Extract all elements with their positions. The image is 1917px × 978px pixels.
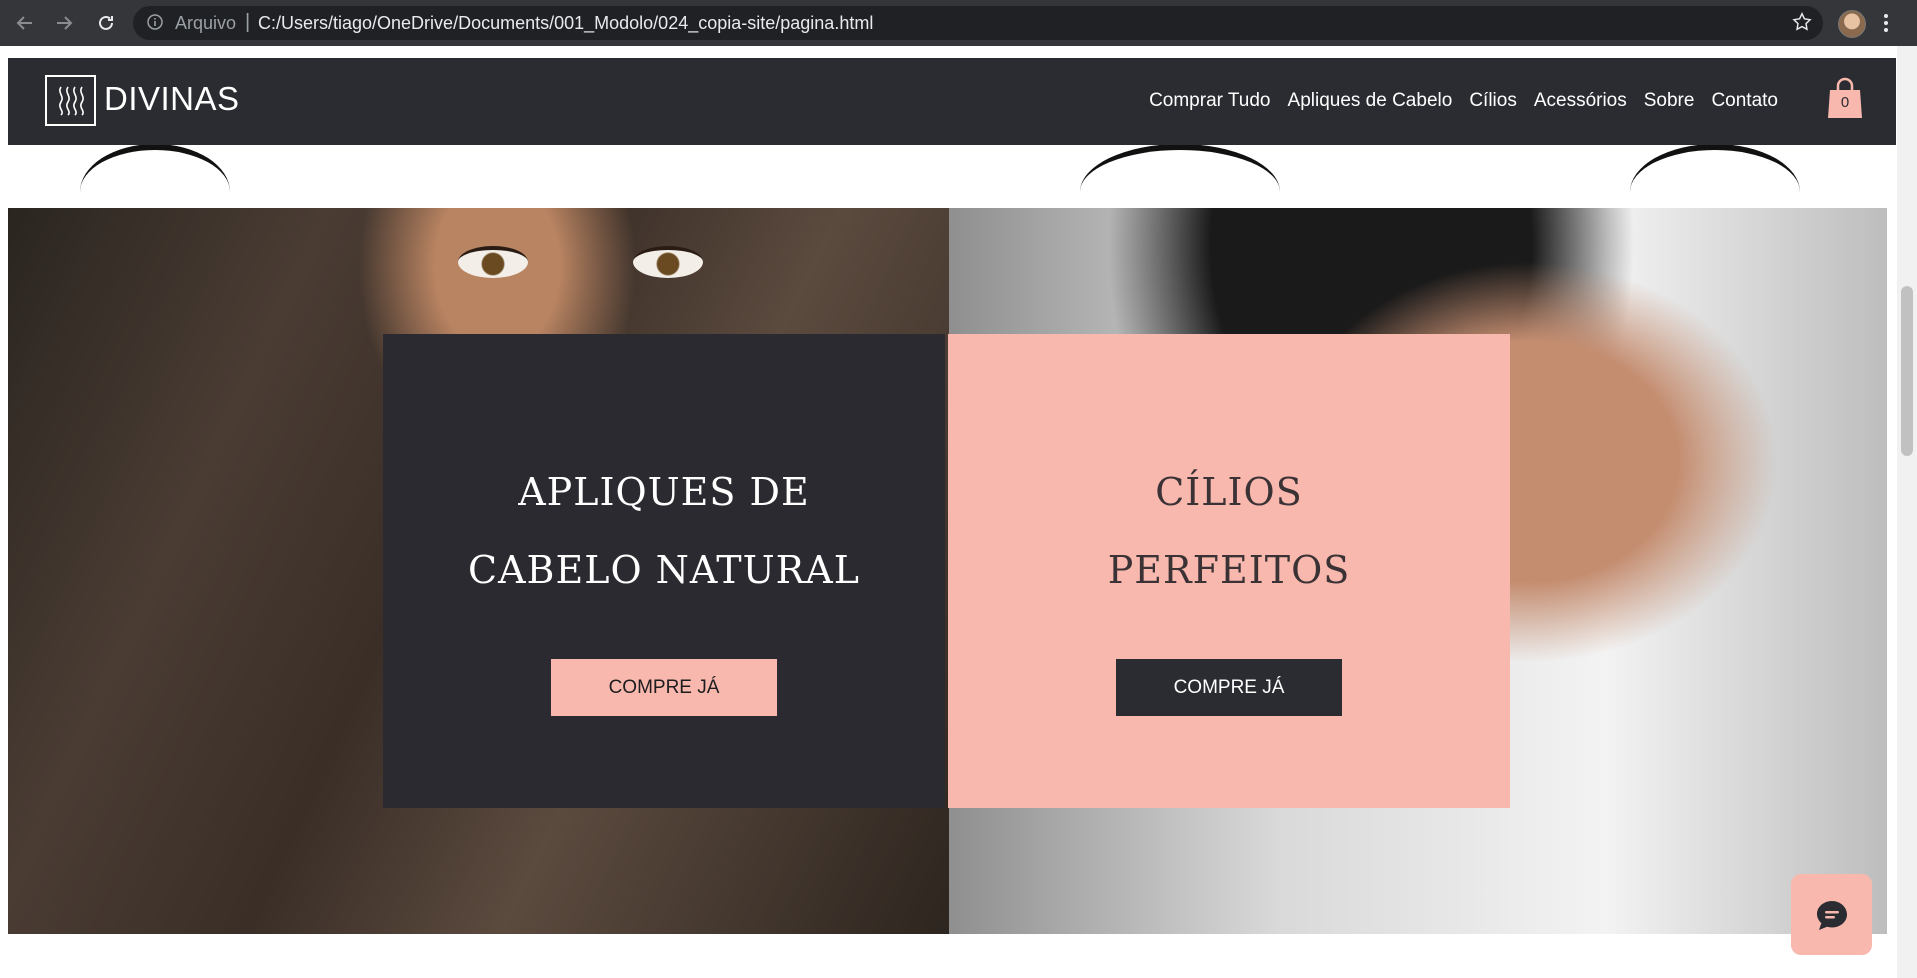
promo-title-line: CÍLIOS [1155,470,1303,514]
promo-title-line: PERFEITOS [1107,548,1351,592]
page-viewport: DIVINAS Comprar Tudo Apliques de Cabelo … [0,46,1917,978]
kebab-menu-icon[interactable] [1883,12,1889,39]
promo-title-line: CABELO NATURAL [468,548,860,592]
chat-icon [1816,900,1847,930]
promo-title-cilios: CÍLIOS PERFEITOS [1108,453,1351,609]
browser-toolbar: Arquivo | C:/Users/tiago/OneDrive/Docume… [0,0,1917,46]
eye [633,246,703,278]
menu-item-contato[interactable]: Contato [1711,90,1778,112]
star-icon[interactable] [1791,11,1813,38]
compre-ja-button-apliques[interactable]: COMPRE JÁ [551,659,777,716]
logo-text[interactable]: DIVINAS [104,80,240,118]
menu-item-comprar-tudo[interactable]: Comprar Tudo [1149,90,1270,112]
promo-title-apliques: APLIQUES DE CABELO NATURAL [468,453,860,609]
promo-panel-cilios: CÍLIOS PERFEITOS COMPRE JÁ [948,334,1510,808]
menu-item-sobre[interactable]: Sobre [1644,90,1695,112]
back-arrow-icon[interactable] [11,9,39,37]
model-eyes [448,246,748,286]
profile-avatar[interactable] [1838,10,1866,38]
cart-count: 0 [1840,94,1850,111]
forward-arrow-icon[interactable] [50,9,78,37]
address-bar[interactable]: Arquivo | C:/Users/tiago/OneDrive/Docume… [133,6,1823,40]
shopping-bag-icon[interactable]: 0 [1825,76,1865,120]
menu-item-acessorios[interactable]: Acessórios [1534,90,1627,112]
reload-icon[interactable] [92,9,120,37]
menu-item-cilios[interactable]: Cílios [1469,90,1517,112]
hair-logo-icon[interactable] [45,75,96,126]
promo-panel-apliques: APLIQUES DE CABELO NATURAL COMPRE JÁ [383,334,945,808]
url-text[interactable]: C:/Users/tiago/OneDrive/Documents/001_Mo… [258,13,873,34]
eye [458,246,528,278]
hero-section: APLIQUES DE CABELO NATURAL COMPRE JÁ CÍL… [8,208,1887,934]
scrollbar-thumb[interactable] [1901,286,1913,456]
compre-ja-button-cilios[interactable]: COMPRE JÁ [1116,659,1342,716]
scheme-label: Arquivo [175,13,237,33]
info-icon[interactable] [147,14,163,35]
main-menu: Comprar Tudo Apliques de Cabelo Cílios A… [1149,90,1778,112]
menu-item-apliques[interactable]: Apliques de Cabelo [1288,90,1453,112]
site-header: DIVINAS Comprar Tudo Apliques de Cabelo … [8,58,1896,145]
page-scrollbar[interactable] [1897,46,1917,978]
chat-button[interactable] [1791,874,1872,955]
promo-title-line: APLIQUES DE [518,470,810,514]
separator: | [245,11,251,33]
